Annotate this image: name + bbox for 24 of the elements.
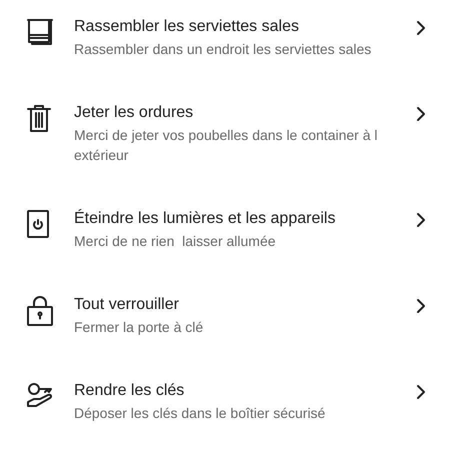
power-icon xyxy=(26,209,50,239)
task-title: Rassembler les serviettes sales xyxy=(74,17,300,37)
task-description: Fermer la porte à clé xyxy=(74,318,204,337)
task-row[interactable]: Jeter les ordures Merci de jeter vos poubelles dans le container à l extérieur xyxy=(0,101,450,165)
task-title: Jeter les ordures xyxy=(74,103,194,123)
task-row[interactable]: Rassembler les serviettes sales Rassembler dans un endroit les serviettes sales xyxy=(0,15,450,59)
padlock-icon xyxy=(26,295,54,327)
chevron-right-icon xyxy=(416,212,426,228)
trash-icon xyxy=(26,103,52,133)
task-row[interactable]: Rendre les clés Déposer les clés dans le boîtier sécurisé xyxy=(0,379,450,423)
towels-icon xyxy=(26,17,54,47)
task-title: Tout verrouiller xyxy=(74,295,180,315)
task-description: Rassembler dans un endroit les serviettes sales xyxy=(74,40,372,59)
task-description: Merci de ne rien laisser allumée xyxy=(74,232,277,251)
chevron-right-icon xyxy=(416,384,426,400)
chevron-right-icon xyxy=(416,20,426,36)
task-row[interactable]: Tout verrouiller Fermer la porte à clé xyxy=(0,293,450,337)
chevron-right-icon xyxy=(416,298,426,314)
task-description: Déposer les clés dans le boîtier sécurisé xyxy=(74,404,326,423)
task-row[interactable]: Éteindre les lumières et les appareils Merci de ne rien laisser allumée xyxy=(0,207,450,251)
task-description: Merci de jeter vos poubelles dans le container à l extérieur xyxy=(74,126,379,165)
task-title: Éteindre les lumières et les appareils xyxy=(74,208,336,229)
chevron-right-icon xyxy=(416,106,426,122)
task-title: Rendre les clés xyxy=(74,381,186,401)
